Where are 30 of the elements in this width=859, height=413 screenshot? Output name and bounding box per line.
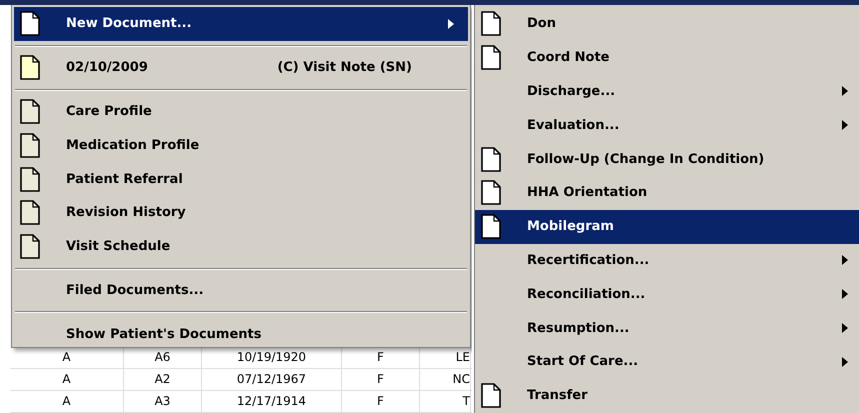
table-cell: A3 [124, 391, 202, 412]
table-cell: 12/17/1914 [202, 391, 342, 412]
menu-item[interactable]: Transfer [475, 378, 859, 413]
menu-item[interactable]: Resumption... [475, 311, 859, 345]
table-cell: T [420, 391, 471, 412]
menu-item[interactable]: Revision History [14, 196, 468, 230]
menu-item[interactable]: Discharge... [475, 74, 859, 108]
menu-item[interactable]: Evaluation... [475, 108, 859, 142]
menu-item[interactable]: Filed Documents... [14, 274, 468, 308]
menu-item[interactable]: 02/10/2009 (C) Visit Note (SN) [14, 50, 468, 85]
menu-item[interactable]: Mobilegram [475, 210, 859, 244]
menu-item[interactable]: Follow-Up (Change In Condition) [475, 142, 859, 176]
menu-item[interactable]: Coord Note [475, 40, 859, 75]
table-cell: 07/12/1967 [202, 369, 342, 390]
menu-item[interactable]: New Document... [14, 7, 468, 41]
table-cell: A2 [124, 369, 202, 390]
menu-item[interactable]: Reconciliation... [475, 277, 859, 312]
menu-item[interactable]: Care Profile [14, 94, 468, 128]
menu-item[interactable]: HHA Orientation [475, 176, 859, 210]
table-cell: A [10, 369, 124, 390]
menu-item[interactable]: Don [475, 7, 859, 41]
table-cell: F [342, 391, 420, 412]
table-cell: NC [420, 369, 471, 390]
table-cell: A [10, 391, 124, 412]
menu-item[interactable]: Patient Referral [14, 162, 468, 196]
menu-item[interactable]: Medication Profile [14, 128, 468, 162]
menu-item[interactable]: Visit Schedule [14, 230, 468, 264]
menu-item[interactable]: Start Of Care... [475, 344, 859, 379]
table-cell: F [342, 369, 420, 390]
menu-item[interactable]: Recertification... [475, 244, 859, 278]
